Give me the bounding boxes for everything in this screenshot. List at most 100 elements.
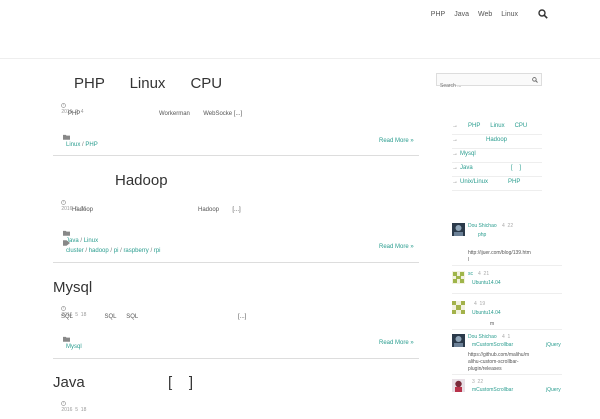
avatar[interactable] <box>452 301 465 314</box>
list-item[interactable]: → Hadoop <box>452 134 542 149</box>
comment-time: 4 22 <box>502 223 514 229</box>
post-excerpt-more: Hadoop [...] <box>198 207 241 213</box>
category-link[interactable]: Linux <box>66 142 80 148</box>
comment-post-link-2[interactable]: jQuery <box>546 342 561 348</box>
list-item[interactable]: → Java [ ] <box>452 162 542 177</box>
divider <box>452 329 562 330</box>
clock-icon <box>61 401 67 407</box>
arrow-icon: → <box>452 123 458 129</box>
comment-time: 3 22 <box>472 379 484 385</box>
comment-post-link[interactable]: Ubuntu14.04 <box>472 280 501 286</box>
arrow-icon: → <box>452 165 458 171</box>
read-more-link[interactable]: Read More » <box>379 138 414 144</box>
post-excerpt: Hadoop <box>72 207 94 213</box>
list-item-label: PHP Linux CPU <box>468 123 528 129</box>
post-meta: 2016 5 18 <box>53 300 86 324</box>
read-more-label: Read More <box>379 340 409 346</box>
tag-link[interactable]: cluster <box>66 248 84 254</box>
arrow-icon: → <box>452 137 458 143</box>
post-excerpt-more: [...] <box>238 314 247 320</box>
post-excerpt-more: Workerman WebSocke [...] <box>159 111 243 117</box>
avatar[interactable] <box>452 271 465 284</box>
tag-link[interactable]: raspberry <box>123 248 148 254</box>
list-item[interactable]: → Mysql <box>452 148 542 163</box>
top-bar: PHP Java Web Linux <box>0 0 600 59</box>
main-nav: PHP Java Web Linux <box>431 11 518 18</box>
clock-icon <box>61 306 67 312</box>
double-chevron-icon: » <box>410 244 414 250</box>
post-title[interactable]: Mysql <box>53 279 92 296</box>
post-excerpt: SQL SQL SQL <box>61 314 139 320</box>
post-meta: 2016 5 18 <box>53 395 86 419</box>
post-meta: 2016 9 4 <box>53 97 84 121</box>
arrow-icon: → <box>452 151 458 157</box>
list-item[interactable]: → Unix/Linux PHP <box>452 176 542 191</box>
post-excerpt: PHP <box>68 111 81 117</box>
nav-item-web[interactable]: Web <box>478 11 492 18</box>
read-more-link[interactable]: Read More » <box>379 244 414 250</box>
post-categories: Linux / PHP <box>53 128 98 154</box>
category-link[interactable]: PHP <box>85 142 97 148</box>
comment-author[interactable]: Dou Shichao <box>468 223 497 229</box>
divider <box>53 262 419 263</box>
divider <box>53 358 419 359</box>
read-more-label: Read More <box>379 138 409 144</box>
comment-text: m <box>490 321 495 327</box>
list-item-label: Hadoop <box>486 137 508 143</box>
comment-time: 4 19 <box>474 301 486 307</box>
arrow-icon: → <box>452 179 458 185</box>
clock-icon <box>61 103 67 109</box>
read-more-link[interactable]: Read More » <box>379 340 414 346</box>
folder-icon <box>63 336 71 342</box>
post-title[interactable]: Java [ ] <box>53 374 193 391</box>
comment-author[interactable]: sc <box>468 271 473 277</box>
post-meta: 2016 5 26 <box>53 194 86 218</box>
nav-item-java[interactable]: Java <box>454 11 469 18</box>
list-item-label: Mysql <box>460 151 476 157</box>
post-date: 2016 5 18 <box>61 407 87 413</box>
comment-time: 4 21 <box>478 271 490 277</box>
double-chevron-icon: » <box>410 138 414 144</box>
divider <box>452 374 562 375</box>
comment-text: l <box>468 257 470 263</box>
comment-text: http://ijuer.com/blog/139.htm <box>468 250 531 256</box>
search-icon[interactable] <box>538 9 548 19</box>
list-item[interactable]: → PHP Linux CPU <box>452 120 542 135</box>
clock-icon <box>61 200 67 206</box>
comment-time: 4 1 <box>502 334 511 340</box>
double-chevron-icon: » <box>410 340 414 346</box>
comment-text: https://github.com/malihu/m <box>468 352 530 358</box>
post-tags: cluster / hadoop / pi / raspberry / rpi <box>53 234 160 260</box>
comment-author[interactable]: Dou Shichao <box>468 334 497 340</box>
comment-post-link[interactable]: mCustomScrollbar <box>472 387 513 393</box>
sidebar-search <box>436 73 542 92</box>
category-link[interactable]: Mysql <box>66 344 82 350</box>
comment-post-link-2[interactable]: jQuery <box>546 387 561 393</box>
post-title[interactable]: Hadoop <box>115 172 168 189</box>
tag-link[interactable]: rpi <box>154 248 161 254</box>
post-title[interactable]: PHP Linux CPU <box>74 75 222 92</box>
comment-post-link[interactable]: php <box>478 232 486 238</box>
divider <box>452 265 562 266</box>
avatar[interactable] <box>452 379 465 392</box>
nav-item-linux[interactable]: Linux <box>501 11 518 18</box>
tag-icon <box>63 240 71 246</box>
comment-post-link[interactable]: Ubuntu14.04 <box>472 310 501 316</box>
comment-text: alihu-custom-scrollbar- <box>468 359 519 365</box>
post-categories: Mysql <box>53 330 82 356</box>
comment-post-link[interactable]: mCustomScrollbar <box>472 342 513 348</box>
search-input[interactable] <box>437 80 530 92</box>
divider <box>53 155 419 156</box>
divider <box>452 293 562 294</box>
avatar[interactable] <box>452 223 465 236</box>
tag-link[interactable]: pi <box>114 248 119 254</box>
list-item-label: Unix/Linux PHP <box>460 179 521 185</box>
avatar[interactable] <box>452 334 465 347</box>
search-icon[interactable] <box>532 77 538 83</box>
nav-item-php[interactable]: PHP <box>431 11 445 18</box>
tag-link[interactable]: hadoop <box>89 248 109 254</box>
folder-icon <box>63 134 71 140</box>
read-more-label: Read More <box>379 244 409 250</box>
list-item-label: Java [ ] <box>460 165 522 171</box>
comment-text: plugin/releases <box>468 366 502 372</box>
